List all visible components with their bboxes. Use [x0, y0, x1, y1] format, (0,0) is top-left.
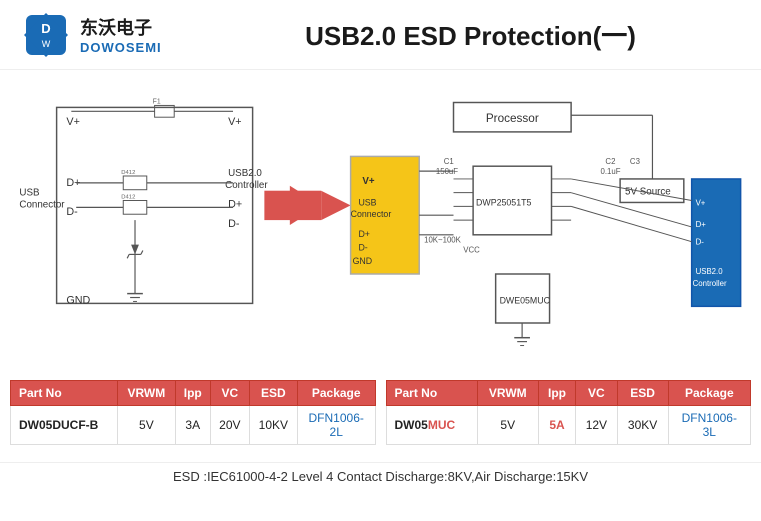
table-row: DW05MUC 5V 5A 12V 30KV DFN1006-3L: [386, 406, 751, 445]
logo-icon: D W: [20, 9, 72, 61]
svg-text:GND: GND: [66, 294, 90, 306]
circuit-diagram: V+ V+ USB Connector D+ D- GND USB2.0 Con…: [10, 78, 751, 372]
svg-text:USB: USB: [358, 197, 376, 207]
col-package-left: Package: [297, 381, 375, 406]
svg-text:D-: D-: [696, 238, 705, 247]
cell-esd: 10KV: [249, 406, 297, 445]
col-vc-left: VC: [210, 381, 249, 406]
svg-text:DWE05MUC: DWE05MUC: [500, 295, 551, 305]
cell-ipp-right: 5A: [538, 406, 575, 445]
logo-en: DOWOSEMI: [80, 40, 162, 55]
svg-text:USB2.0: USB2.0: [228, 168, 262, 179]
svg-text:DWP25051T5: DWP25051T5: [476, 197, 531, 207]
data-table-left: Part No VRWM Ipp VC ESD Package DW05DUCF…: [10, 380, 376, 445]
svg-text:V+: V+: [66, 116, 79, 128]
cell-package-right: DFN1006-3L: [668, 406, 750, 445]
col-vc-right: VC: [576, 381, 617, 406]
logo-text: 东沃电子 DOWOSEMI: [80, 14, 162, 55]
svg-text:C3: C3: [630, 157, 641, 166]
cell-part-no-right: DW05MUC: [386, 406, 477, 445]
svg-text:D+: D+: [358, 229, 370, 239]
table-row: DW05DUCF-B 5V 3A 20V 10KV DFN1006-2L: [11, 406, 376, 445]
diagram-area: V+ V+ USB Connector D+ D- GND USB2.0 Con…: [0, 70, 761, 380]
svg-text:C1: C1: [444, 157, 454, 166]
cell-vrwm-right: 5V: [477, 406, 538, 445]
page-title: USB2.0 ESD Protection(一): [200, 16, 741, 53]
col-package-right: Package: [668, 381, 750, 406]
col-vrwm-left: VRWM: [118, 381, 176, 406]
svg-text:C2: C2: [605, 157, 615, 166]
col-esd-right: ESD: [617, 381, 668, 406]
cell-vc-right: 12V: [576, 406, 617, 445]
svg-text:USB: USB: [19, 188, 40, 199]
table-left-header-row: Part No VRWM Ipp VC ESD Package: [11, 381, 376, 406]
cell-vc: 20V: [210, 406, 249, 445]
svg-text:D-: D-: [358, 242, 367, 252]
footer: ESD :IEC61000-4-2 Level 4 Contact Discha…: [0, 462, 761, 490]
cell-esd-right: 30KV: [617, 406, 668, 445]
svg-text:D412: D412: [121, 170, 135, 176]
svg-text:VCC: VCC: [463, 245, 480, 254]
table-right: Part No VRWM Ipp VC ESD Package DW05MUC …: [386, 380, 752, 460]
table-right-header-row: Part No VRWM Ipp VC ESD Package: [386, 381, 751, 406]
tables-area: Part No VRWM Ipp VC ESD Package DW05DUCF…: [0, 380, 761, 460]
table-left: Part No VRWM Ipp VC ESD Package DW05DUCF…: [10, 380, 376, 460]
col-part-no-left: Part No: [11, 381, 118, 406]
footer-text: ESD :IEC61000-4-2 Level 4 Contact Discha…: [173, 469, 588, 484]
cell-package: DFN1006-2L: [297, 406, 375, 445]
svg-text:Connector: Connector: [351, 209, 392, 219]
svg-text:W: W: [42, 39, 51, 49]
svg-text:F1: F1: [153, 98, 161, 105]
svg-text:V+: V+: [362, 176, 375, 187]
svg-text:D412: D412: [121, 195, 135, 201]
svg-text:10K~100K: 10K~100K: [424, 236, 462, 245]
col-ipp-left: Ipp: [175, 381, 210, 406]
col-ipp-right: Ipp: [538, 381, 575, 406]
svg-text:USB2.0: USB2.0: [696, 267, 724, 276]
logo-area: D W 东沃电子 DOWOSEMI: [20, 9, 200, 61]
col-vrwm-right: VRWM: [477, 381, 538, 406]
svg-text:0.1uF: 0.1uF: [601, 167, 621, 176]
svg-text:D+: D+: [228, 198, 242, 210]
cell-ipp: 3A: [175, 406, 210, 445]
svg-text:Connector: Connector: [19, 199, 65, 210]
cell-vrwm: 5V: [118, 406, 176, 445]
svg-text:GND: GND: [353, 256, 373, 266]
header: D W 东沃电子 DOWOSEMI USB2.0 ESD Protection(…: [0, 0, 761, 70]
svg-text:Controller: Controller: [693, 279, 727, 288]
svg-text:D: D: [41, 21, 50, 36]
svg-text:Controller: Controller: [225, 180, 268, 191]
data-table-right: Part No VRWM Ipp VC ESD Package DW05MUC …: [386, 380, 752, 445]
svg-text:D-: D-: [228, 218, 240, 230]
svg-text:D-: D-: [66, 206, 78, 218]
svg-text:D+: D+: [696, 220, 707, 229]
svg-text:V+: V+: [228, 116, 241, 128]
col-part-no-right: Part No: [386, 381, 477, 406]
col-esd-left: ESD: [249, 381, 297, 406]
cell-part-no: DW05DUCF-B: [11, 406, 118, 445]
logo-cn: 东沃电子: [80, 14, 162, 40]
svg-text:Processor: Processor: [486, 112, 539, 125]
svg-text:V+: V+: [696, 198, 706, 207]
